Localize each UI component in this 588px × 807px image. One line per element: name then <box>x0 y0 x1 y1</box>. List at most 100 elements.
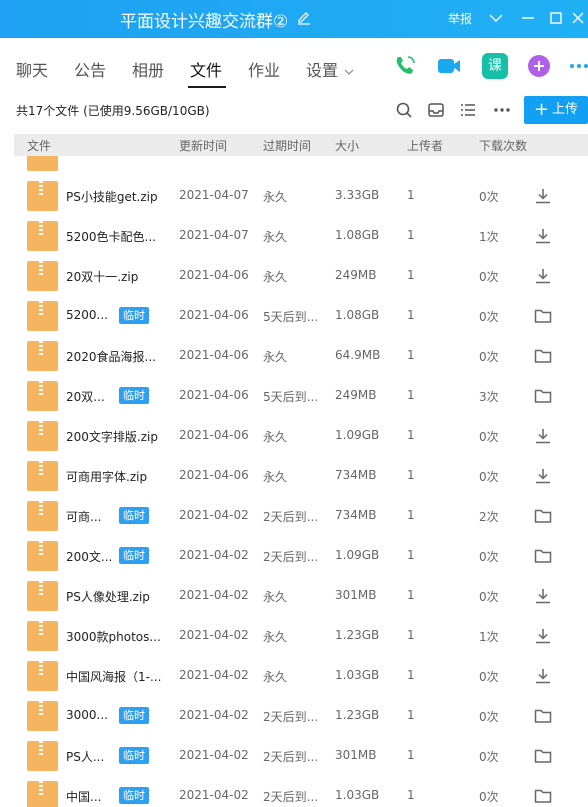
file-name[interactable]: 3000... <box>66 708 108 722</box>
file-date: 2021-04-02 <box>179 668 249 682</box>
table-row[interactable]: 3000款photos... 2021-04-02 永久 1.23GB 1 1次 <box>0 616 588 656</box>
file-list: PS小技能get.zip 2021-04-07 永久 3.33GB 1 0次 5… <box>0 156 588 807</box>
file-name[interactable]: 200文... <box>66 548 112 565</box>
table-row[interactable]: 20双... 临时 2021-04-06 5天后到... 249MB 1 3次 <box>0 376 588 416</box>
zip-file-icon <box>27 701 58 731</box>
file-name[interactable]: 可商用字体.zip <box>66 468 147 485</box>
col-downloads[interactable]: 下载次数 <box>479 137 527 154</box>
file-name[interactable]: PS人像处理.zip <box>66 588 150 605</box>
folder-icon[interactable] <box>533 346 553 366</box>
file-table-header: 文件 更新时间 过期时间 大小 上传者 下载次数 <box>14 134 588 156</box>
temp-badge: 临时 <box>119 507 149 524</box>
table-row[interactable]: PS人像处理.zip 2021-04-02 永久 301MB 1 0次 <box>0 576 588 616</box>
file-downloads: 0次 <box>479 710 499 724</box>
video-icon[interactable] <box>436 53 462 79</box>
tab-homework[interactable]: 作业 <box>248 57 280 81</box>
file-name[interactable]: 2020食品海报... <box>66 348 156 365</box>
file-downloads: 0次 <box>479 190 499 204</box>
table-row[interactable]: 5200... 临时 2021-04-06 5天后到... 1.08GB 1 0… <box>0 296 588 336</box>
col-expire[interactable]: 过期时间 <box>263 137 311 154</box>
download-icon[interactable] <box>533 426 553 446</box>
table-row[interactable]: 20双十一.zip 2021-04-06 永久 249MB 1 0次 <box>0 256 588 296</box>
add-app-icon[interactable] <box>526 53 552 79</box>
maximize-icon[interactable] <box>546 9 566 27</box>
search-icon[interactable] <box>394 100 414 120</box>
download-icon[interactable] <box>533 466 553 486</box>
tab-files[interactable]: 文件 <box>190 57 222 81</box>
zip-file-icon <box>27 661 58 691</box>
table-row[interactable] <box>0 156 588 176</box>
more-icon[interactable] <box>492 100 512 120</box>
tab-bar: 聊天 公告 相册 文件 作业 设置 课 <box>0 38 588 90</box>
table-row[interactable]: PS小技能get.zip 2021-04-07 永久 3.33GB 1 0次 <box>0 176 588 216</box>
close-icon[interactable] <box>568 9 588 27</box>
file-date: 2021-04-02 <box>179 508 249 522</box>
folder-icon[interactable] <box>533 786 553 806</box>
file-name[interactable]: 5200... <box>66 308 108 322</box>
file-name[interactable]: 20双... <box>66 388 105 405</box>
download-icon[interactable] <box>533 266 553 286</box>
file-downloads: 0次 <box>479 310 499 324</box>
minimize-icon[interactable] <box>518 9 538 27</box>
col-size[interactable]: 大小 <box>335 137 359 154</box>
course-icon[interactable]: 课 <box>482 53 508 79</box>
download-icon[interactable] <box>533 226 553 246</box>
tab-album[interactable]: 相册 <box>132 57 164 81</box>
list-view-icon[interactable] <box>458 100 478 120</box>
file-size: 734MB <box>335 468 377 482</box>
report-button[interactable]: 举报 <box>448 10 472 27</box>
table-row[interactable]: 中国... 临时 2021-04-02 2天后到... 1.03GB 1 0次 <box>0 776 588 807</box>
table-row[interactable]: 2020食品海报... 2021-04-06 永久 64.9MB 1 0次 <box>0 336 588 376</box>
folder-icon[interactable] <box>533 506 553 526</box>
folder-icon[interactable] <box>533 746 553 766</box>
temp-badge: 临时 <box>119 547 149 564</box>
col-uploader[interactable]: 上传者 <box>407 137 443 154</box>
download-icon[interactable] <box>533 626 553 646</box>
file-uploader: 1 <box>407 268 415 282</box>
file-size: 249MB <box>335 268 377 282</box>
folder-icon[interactable] <box>533 546 553 566</box>
col-updated[interactable]: 更新时间 <box>179 137 227 154</box>
folder-icon[interactable] <box>533 386 553 406</box>
file-name[interactable]: 200文字排版.zip <box>66 428 158 445</box>
col-file[interactable]: 文件 <box>27 137 51 154</box>
download-icon[interactable] <box>533 186 553 206</box>
chevron-down-icon[interactable] <box>486 9 506 27</box>
file-downloads: 0次 <box>479 470 499 484</box>
folder-icon[interactable] <box>533 706 553 726</box>
file-name[interactable]: 可商... <box>66 508 101 525</box>
tab-chat[interactable]: 聊天 <box>16 57 48 81</box>
table-row[interactable]: 可商... 临时 2021-04-02 2天后到... 734MB 1 2次 <box>0 496 588 536</box>
file-name[interactable]: 5200色卡配色... <box>66 228 156 245</box>
file-uploader: 1 <box>407 628 415 642</box>
tab-settings[interactable]: 设置 <box>306 57 354 81</box>
zip-file-icon <box>27 741 58 771</box>
table-row[interactable]: 200文... 临时 2021-04-02 2天后到... 1.09GB 1 0… <box>0 536 588 576</box>
edit-icon[interactable] <box>296 10 312 26</box>
table-row[interactable]: 中国风海报（1-... 2021-04-02 永久 1.03GB 1 0次 <box>0 656 588 696</box>
inbox-icon[interactable] <box>426 100 446 120</box>
file-size: 1.08GB <box>335 228 380 242</box>
download-icon[interactable] <box>533 666 553 686</box>
download-icon[interactable] <box>533 586 553 606</box>
file-name[interactable]: 20双十一.zip <box>66 268 138 285</box>
upload-button[interactable]: + 上传 <box>524 96 588 124</box>
file-name[interactable]: 中国风海报（1-... <box>66 668 161 685</box>
table-row[interactable]: 可商用字体.zip 2021-04-06 永久 734MB 1 0次 <box>0 456 588 496</box>
temp-badge: 临时 <box>119 787 149 804</box>
file-size: 301MB <box>335 588 377 602</box>
tab-notice[interactable]: 公告 <box>74 57 106 81</box>
file-name[interactable]: PS小技能get.zip <box>66 188 158 205</box>
zip-file-icon <box>27 381 58 411</box>
table-row[interactable]: PS人... 临时 2021-04-02 2天后到... 301MB 1 0次 <box>0 736 588 776</box>
folder-icon[interactable] <box>533 306 553 326</box>
file-name[interactable]: 中国... <box>66 788 101 805</box>
file-name[interactable]: 3000款photos... <box>66 628 161 645</box>
more-icon[interactable] <box>566 53 588 79</box>
table-row[interactable]: 200文字排版.zip 2021-04-06 永久 1.09GB 1 0次 <box>0 416 588 456</box>
table-row[interactable]: 5200色卡配色... 2021-04-07 永久 1.08GB 1 1次 <box>0 216 588 256</box>
file-name[interactable]: PS人... <box>66 748 104 765</box>
phone-icon[interactable] <box>392 53 418 79</box>
table-row[interactable]: 3000... 临时 2021-04-02 2天后到... 1.23GB 1 0… <box>0 696 588 736</box>
file-size: 1.03GB <box>335 668 380 682</box>
